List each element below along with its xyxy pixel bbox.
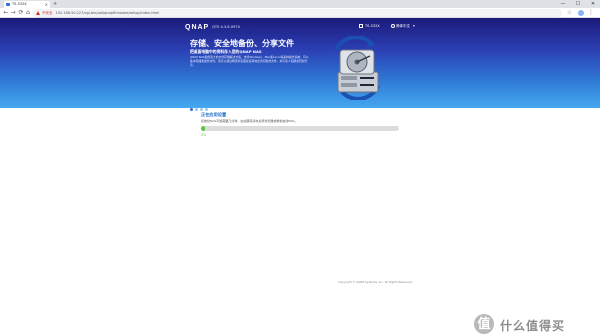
progress-percent: 2% xyxy=(201,133,207,137)
minimize-button[interactable]: — xyxy=(556,0,570,8)
url-field[interactable]: 不安全 192.168.50.227/cgi-bin/qid/qnapfirmwa… xyxy=(32,9,562,17)
carousel-dot[interactable] xyxy=(195,108,198,111)
home-button[interactable]: ⌂ xyxy=(24,9,32,17)
hero-title: 存储、安全地备份、分享文件 xyxy=(190,39,294,48)
url-text: 192.168.50.227/cgi-bin/qid/qnapfirmware/… xyxy=(55,11,160,15)
watermark-logo: 值 xyxy=(474,314,494,334)
browser-tab[interactable]: TS-532X ✕ xyxy=(4,1,50,8)
nas-icon xyxy=(359,24,363,28)
carousel-dot[interactable] xyxy=(190,108,193,111)
qnap-setup-page: QNAP QTS 4.3.6.0970 TS-532X 简体中文 ▾ 存储、安全地… xyxy=(0,18,600,334)
browser-menu-icon[interactable]: ⋮ xyxy=(588,9,594,17)
tab-title: TS-532X xyxy=(12,2,27,6)
qnap-favicon-icon xyxy=(6,3,10,6)
new-tab-button[interactable]: + xyxy=(53,1,57,7)
progress-bar-fill xyxy=(201,126,205,131)
tab-close-icon[interactable]: ✕ xyxy=(45,1,48,8)
progress-bar xyxy=(201,126,399,131)
language-label: 简体中文 xyxy=(396,24,410,28)
window-close-button[interactable]: ✕ xyxy=(586,0,600,8)
security-label[interactable]: 不安全 xyxy=(42,11,53,15)
hero-description: QNAP NAS提供强大的文件存储解决方案，支持Windows、Mac和Linu… xyxy=(190,55,309,67)
qnap-logo: QNAP xyxy=(185,24,210,31)
forward-button[interactable]: → xyxy=(9,9,17,17)
carousel-dot[interactable] xyxy=(200,108,203,111)
model-name: TS-532X xyxy=(365,24,380,28)
copyright-text: Copyright © QNAP Systems, Inc. All Right… xyxy=(338,280,413,284)
profile-avatar[interactable] xyxy=(578,10,584,16)
carousel-dots xyxy=(190,96,210,111)
warning-icon xyxy=(36,11,40,15)
qts-version: QTS 4.3.6.0970 xyxy=(212,25,240,29)
address-bar: ← → ⟳ ⌂ 不安全 192.168.50.227/cgi-bin/qid/qn… xyxy=(0,8,600,18)
carousel-dot[interactable] xyxy=(205,108,208,111)
globe-icon xyxy=(391,24,395,28)
hero-banner: QNAP QTS 4.3.6.0970 TS-532X 简体中文 ▾ 存储、安全地… xyxy=(0,18,600,111)
progress-message: 初始化NAS可能需要几分钟，在这期间请勿关闭浏览器或重新启动NAS。 xyxy=(201,119,298,123)
nas-drive-illustration-icon xyxy=(334,36,380,100)
progress-title: 正在应用设置 xyxy=(201,112,227,117)
watermark-text: 什么值得买 xyxy=(500,319,566,333)
nas-model: TS-532X xyxy=(359,23,380,29)
browser-tab-bar: TS-532X ✕ + — ☐ ✕ xyxy=(0,0,600,8)
maximize-button[interactable]: ☐ xyxy=(571,0,585,8)
chevron-down-icon: ▾ xyxy=(413,24,415,28)
language-select[interactable]: 简体中文 ▾ xyxy=(391,23,415,29)
bookmark-star-icon[interactable]: ☆ xyxy=(567,9,572,17)
